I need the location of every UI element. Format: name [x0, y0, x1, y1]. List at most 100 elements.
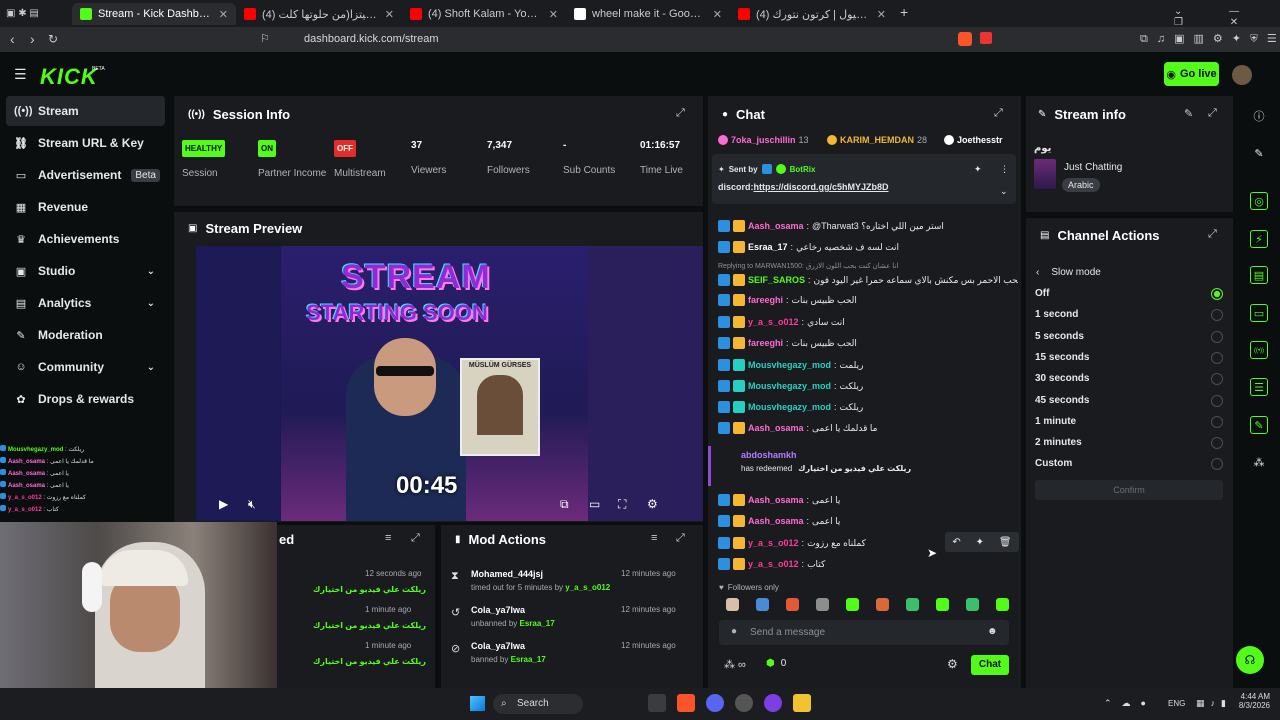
redeem-user[interactable]: abdoshamkh — [741, 450, 1016, 460]
sidebar-item-community[interactable]: ☺ Community ⌄ — [6, 352, 165, 382]
slow-mode-option[interactable]: 30 seconds — [1035, 373, 1089, 384]
sidebar-item-analytics[interactable]: ▤ Analytics ⌄ — [6, 288, 165, 318]
windows-start-icon[interactable] — [470, 696, 485, 711]
chat-settings-icon[interactable]: ⚙ — [947, 657, 958, 671]
emote-icon[interactable] — [936, 598, 949, 611]
radio-button[interactable] — [1211, 330, 1223, 343]
emote-icon[interactable] — [756, 598, 769, 611]
brave-shield-icon[interactable] — [958, 32, 972, 46]
taskbar-search[interactable]: ⌕ Search — [493, 694, 583, 714]
emote-icon[interactable] — [906, 598, 919, 611]
radio-button[interactable] — [1211, 394, 1223, 407]
emote-icon[interactable] — [876, 598, 889, 611]
chat-username[interactable]: Aash_osama — [748, 495, 804, 505]
leaderboard-entry[interactable]: Joethesstr — [944, 135, 1006, 145]
new-tab-button[interactable]: + — [900, 4, 908, 20]
broadcast-icon[interactable]: ((•)) — [1250, 341, 1268, 359]
go-live-button[interactable]: ◉ Go live — [1164, 62, 1219, 86]
mod-action-user[interactable]: Cola_ya7lwa — [471, 641, 525, 651]
chat-message[interactable]: Mousvhegazy_mod: ريلمت — [718, 355, 1018, 375]
browser-menu-icon[interactable]: ▣ ✱ ▤ — [6, 0, 39, 27]
back-icon[interactable]: ‹ — [10, 27, 15, 52]
slow-mode-back[interactable]: ‹ Slow mode — [1036, 267, 1101, 278]
confirm-button[interactable]: Confirm — [1035, 480, 1223, 500]
pinned-link[interactable]: https://discord.gg/c5hMYJZb8D — [754, 182, 889, 192]
close-tab-icon[interactable]: ✕ — [713, 8, 722, 21]
close-tab-icon[interactable]: ✕ — [219, 8, 228, 21]
sidebar-item-achievements[interactable]: ♛ Achievements — [6, 224, 165, 254]
chat-input[interactable]: ● Send a message ☻ — [719, 620, 1009, 645]
slow-mode-option[interactable]: Custom — [1035, 458, 1072, 469]
chat-username[interactable]: Mousvhegazy_mod — [748, 381, 831, 391]
system-tray-icons[interactable]: ⌃☁● — [1104, 698, 1156, 709]
points-display[interactable]: ⬢ 0 — [766, 658, 786, 669]
discord-taskbar-icon[interactable] — [706, 694, 724, 712]
chat-message[interactable]: SEIF_SAROS: انا بحب الاحمر بس مكنش بالاي … — [718, 270, 1018, 290]
chat-username[interactable]: y_a_s_o012 — [748, 538, 799, 548]
mod-action-user[interactable]: Mohamed_444jsj — [471, 569, 543, 579]
more-icon[interactable]: ⋮ — [1000, 164, 1009, 175]
sidebar-item-studio[interactable]: ▣ Studio ⌄ — [6, 256, 165, 286]
chat-username[interactable]: Aash_osama — [748, 221, 804, 231]
edit-icon[interactable]: ✎ — [1184, 107, 1193, 120]
browser-tab[interactable]: (4) حلقة - العمل | عاميول | كرتون نتورك ✕ — [730, 3, 894, 25]
pin-icon[interactable]: ✦ — [976, 537, 984, 548]
pen-icon[interactable]: ✎ — [1250, 145, 1268, 163]
send-chat-button[interactable]: Chat — [971, 655, 1009, 675]
radio-button[interactable] — [1211, 288, 1223, 300]
chat-username[interactable]: fareeghi — [748, 295, 783, 305]
chat-message[interactable]: Esraa_17: انت لسه ف شخصيه رخاعي — [718, 237, 1018, 257]
close-tab-icon[interactable]: ✕ — [877, 8, 886, 21]
slow-mode-option[interactable]: 2 minutes — [1035, 437, 1082, 448]
fullscreen-icon[interactable]: ⛶ — [618, 497, 626, 512]
chat-username[interactable]: fareeghi — [748, 338, 783, 348]
mod-action-by[interactable]: Esraa_17 — [511, 655, 546, 664]
chevron-down-icon[interactable]: ⌄ — [147, 298, 155, 309]
extensions-icons[interactable]: ⧉♫▣▥⚙✦⛨☰ — [1140, 27, 1280, 52]
chat-message[interactable]: Aash_osama: يا اعمى — [718, 511, 1018, 531]
mod-action-by[interactable]: y_a_s_o012 — [565, 583, 610, 592]
browser-tab[interactable]: (4) محمد هنيدي البيتزا(من حلوتها كلت ...… — [236, 3, 402, 25]
bolt-icon[interactable]: ⚡ — [1250, 230, 1268, 248]
chat-message[interactable]: y_a_s_o012: كتاب — [718, 554, 1018, 574]
language-indicator[interactable]: ENG — [1168, 699, 1185, 708]
radio-button[interactable] — [1211, 437, 1223, 450]
leaderboard-entry[interactable]: 7oka_juschillin 13 — [718, 135, 809, 145]
sidebar-item-advertisement[interactable]: ▭ Advertisement Beta — [6, 160, 165, 190]
unpin-icon[interactable]: ✦ — [974, 164, 982, 175]
chat-username[interactable]: Aash_osama — [748, 423, 804, 433]
mod-action-by[interactable]: Esraa_17 — [520, 619, 555, 628]
chat-username[interactable]: Mousvhegazy_mod — [748, 360, 831, 370]
close-tab-icon[interactable]: ✕ — [385, 8, 394, 21]
chat-message[interactable]: fareeghi: الحب ظبيس بنات — [718, 333, 1018, 353]
chat-username[interactable]: y_a_s_o012 — [748, 317, 799, 327]
window-controls[interactable]: ⌄ — ❐ ✕ — [1174, 6, 1280, 28]
chat-users-icon[interactable]: ⁂ ∞ — [724, 658, 746, 671]
radio-button[interactable] — [1211, 309, 1223, 322]
chat-message[interactable]: fareeghi: الحب ظبيس بنات — [718, 290, 1018, 310]
wrench-icon[interactable]: ✎ — [1250, 416, 1268, 434]
file-explorer-icon[interactable] — [793, 694, 811, 712]
radio-button[interactable] — [1211, 415, 1223, 428]
radio-button[interactable] — [1211, 373, 1223, 386]
emote-icon[interactable] — [726, 598, 739, 611]
stream-preview-video[interactable]: STREAM STARTING SOON MÜSLÜM GÜRSES 00:45… — [196, 246, 703, 521]
emote-icon[interactable] — [816, 598, 829, 611]
radio-button[interactable] — [1211, 351, 1223, 364]
close-tab-icon[interactable]: ✕ — [549, 8, 558, 21]
delete-icon[interactable]: 🗑︎ — [999, 537, 1012, 548]
expand-icon[interactable]: ⤢ — [1208, 107, 1217, 120]
hamburger-menu-icon[interactable]: ☰ — [14, 66, 27, 83]
users-icon[interactable]: ⁂ — [1250, 454, 1268, 472]
slow-mode-option[interactable]: 5 seconds — [1035, 331, 1084, 342]
chat-message[interactable]: y_a_s_o012: انت سادي — [718, 312, 1018, 332]
rewards-icon[interactable] — [980, 32, 992, 44]
avatar[interactable] — [1232, 65, 1252, 85]
clock[interactable]: 4:44 AM 8/3/2026 — [1236, 692, 1270, 710]
obs-taskbar-icon[interactable] — [735, 694, 753, 712]
sidebar-item-stream-url-key[interactable]: ⛓ Stream URL & Key — [6, 128, 165, 158]
expand-icon[interactable]: ⤢ — [1208, 228, 1217, 241]
expand-icon[interactable]: ⤢ — [411, 532, 420, 545]
chat-username[interactable]: SEIF_SAROS — [748, 275, 805, 285]
sidebar-item-revenue[interactable]: ▦ Revenue — [6, 192, 165, 222]
